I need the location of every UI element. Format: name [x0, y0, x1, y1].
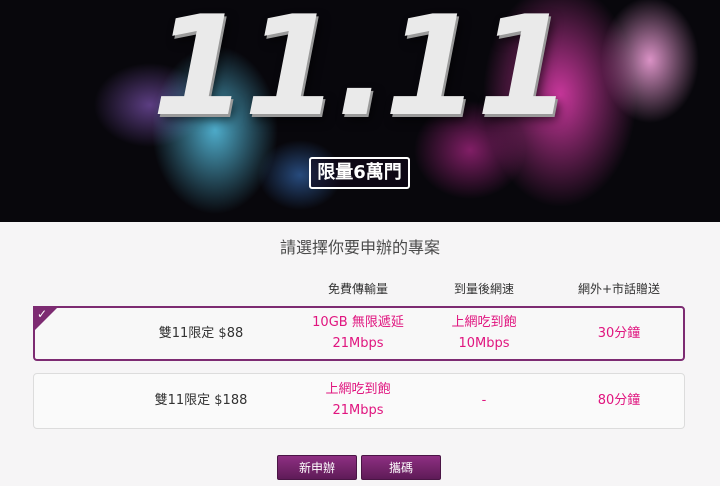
column-header-voice: 網外+市話贈送 [577, 282, 661, 296]
plan-card-88[interactable]: ✓ 雙11限定 $88 10GB 無限遞延 21Mbps 上網吃到飽 10Mbp… [33, 306, 685, 361]
hero-title: 11.11 [151, 0, 573, 147]
plan-name: 雙11限定 $188 [154, 393, 248, 408]
plan-speed-line1: 上網吃到飽 [451, 315, 517, 330]
plan-name: 雙11限定 $88 [158, 326, 244, 341]
plan-voice: 80分鐘 [597, 393, 641, 408]
check-icon: ✓ [37, 307, 48, 321]
plan-speed: - [481, 393, 487, 408]
new-application-button[interactable]: 新申辦 [277, 455, 357, 480]
hero-banner: 11.11 限量6萬門 [0, 0, 720, 222]
column-header-speed: 到量後網速 [453, 282, 514, 296]
number-porting-button[interactable]: 攜碼 [361, 455, 441, 480]
plan-prompt: 請選擇你要申辦的專案 [279, 238, 440, 257]
plan-voice: 30分鐘 [597, 326, 641, 341]
plan-speed-line2: 10Mbps [458, 336, 510, 351]
plan-card-188[interactable]: 雙11限定 $188 上網吃到飽 21Mbps - 80分鐘 [33, 373, 685, 429]
quota-badge: 限量6萬門 [309, 157, 410, 189]
plan-speed: 上網吃到飽 10Mbps [409, 312, 559, 354]
